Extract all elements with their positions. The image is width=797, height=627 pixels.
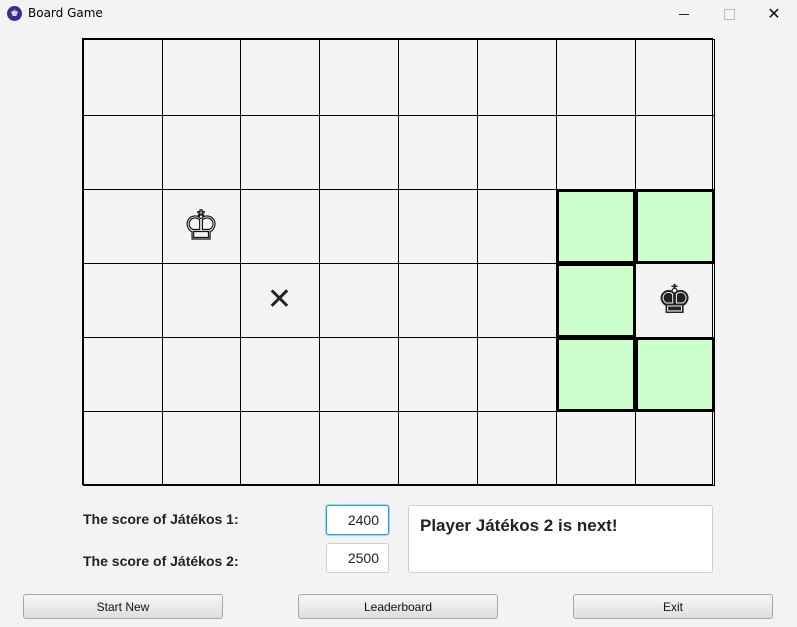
maximize-icon: [723, 8, 735, 20]
board-cell-r5-c2[interactable]: [239, 410, 320, 486]
board-cell-r4-c1[interactable]: [161, 336, 241, 412]
player1-score-field[interactable]: 2400: [326, 505, 389, 535]
board-cell-r4-c3[interactable]: [318, 336, 399, 412]
board-cell-r1-c7[interactable]: [634, 114, 715, 190]
board-cell-r0-c6[interactable]: [555, 38, 636, 116]
minimize-icon: [679, 13, 689, 15]
player2-score-label: The score of Játékos 2:: [83, 553, 239, 569]
board-cell-r0-c2[interactable]: [239, 38, 320, 116]
board-cell-r4-c5[interactable]: [476, 336, 557, 412]
board-cell-r2-c0[interactable]: [82, 188, 163, 264]
close-icon: ✕: [767, 4, 781, 23]
board-cell-r1-c3[interactable]: [318, 114, 399, 190]
board-cell-r0-c1[interactable]: [161, 38, 241, 116]
window-title: Board Game: [28, 6, 103, 20]
board-cell-r0-c4[interactable]: [397, 38, 478, 116]
board-cell-r4-c7[interactable]: [634, 336, 715, 412]
board-cell-r4-c2[interactable]: [239, 336, 320, 412]
board-cell-r4-c4[interactable]: [397, 336, 478, 412]
status-message: Player Játékos 2 is next!: [420, 516, 618, 535]
board-cell-r5-c3[interactable]: [318, 410, 399, 486]
board-cell-r1-c0[interactable]: [82, 114, 163, 190]
board-cell-r3-c0[interactable]: [82, 262, 163, 338]
board-cell-r4-c6[interactable]: [555, 336, 636, 412]
board-cell-r3-c3[interactable]: [318, 262, 399, 338]
player1-score-label: The score of Játékos 1:: [83, 511, 239, 527]
board-cell-r1-c4[interactable]: [397, 114, 478, 190]
board-cell-r0-c5[interactable]: [476, 38, 557, 116]
white-king-icon: ♔: [182, 203, 219, 249]
board-cell-r0-c3[interactable]: [318, 38, 399, 116]
board-cell-r5-c7[interactable]: [634, 410, 715, 486]
board-cell-r2-c3[interactable]: [318, 188, 399, 264]
board-cell-r1-c2[interactable]: [239, 114, 320, 190]
board-cell-r3-c5[interactable]: [476, 262, 557, 338]
board-cell-r3-c1[interactable]: [161, 262, 241, 338]
board-cell-r3-c7[interactable]: ♚: [634, 262, 715, 338]
maximize-button[interactable]: [706, 0, 752, 28]
board-cell-r5-c4[interactable]: [397, 410, 478, 486]
player2-score-field[interactable]: 2500: [326, 543, 389, 573]
board-cell-r5-c6[interactable]: [555, 410, 636, 486]
board-cell-r3-c6[interactable]: [555, 262, 636, 338]
board-cell-r5-c5[interactable]: [476, 410, 557, 486]
blocked-x-icon: ✕: [266, 282, 293, 317]
leaderboard-button[interactable]: Leaderboard: [298, 594, 498, 619]
exit-button[interactable]: Exit: [573, 594, 773, 619]
status-message-box: Player Játékos 2 is next!: [408, 505, 713, 573]
board-cell-r2-c5[interactable]: [476, 188, 557, 264]
close-button[interactable]: ✕: [751, 0, 797, 28]
board-cell-r1-c5[interactable]: [476, 114, 557, 190]
board-cell-r2-c7[interactable]: [634, 188, 715, 264]
board-cell-r3-c2[interactable]: ✕: [239, 262, 320, 338]
board-cell-r0-c7[interactable]: [634, 38, 715, 116]
game-board: ♔ ✕ ♚: [82, 38, 715, 486]
board-cell-r2-c1[interactable]: ♔: [161, 188, 241, 264]
board-cell-r2-c2[interactable]: [239, 188, 320, 264]
board-cell-r1-c6[interactable]: [555, 114, 636, 190]
title-bar: ♚ Board Game ✕: [0, 0, 797, 28]
board-cell-r1-c1[interactable]: [161, 114, 241, 190]
black-king-icon: ♚: [656, 277, 693, 323]
board-cell-r0-c0[interactable]: [82, 38, 163, 116]
board-cell-r2-c6[interactable]: [555, 188, 636, 264]
minimize-button[interactable]: [661, 0, 707, 28]
board-cell-r3-c4[interactable]: [397, 262, 478, 338]
board-cell-r4-c0[interactable]: [82, 336, 163, 412]
board-cell-r2-c4[interactable]: [397, 188, 478, 264]
start-new-button[interactable]: Start New: [23, 594, 223, 619]
board-cell-r5-c1[interactable]: [161, 410, 241, 486]
app-crown-icon: ♚: [7, 6, 22, 21]
board-cell-r5-c0[interactable]: [82, 410, 163, 486]
